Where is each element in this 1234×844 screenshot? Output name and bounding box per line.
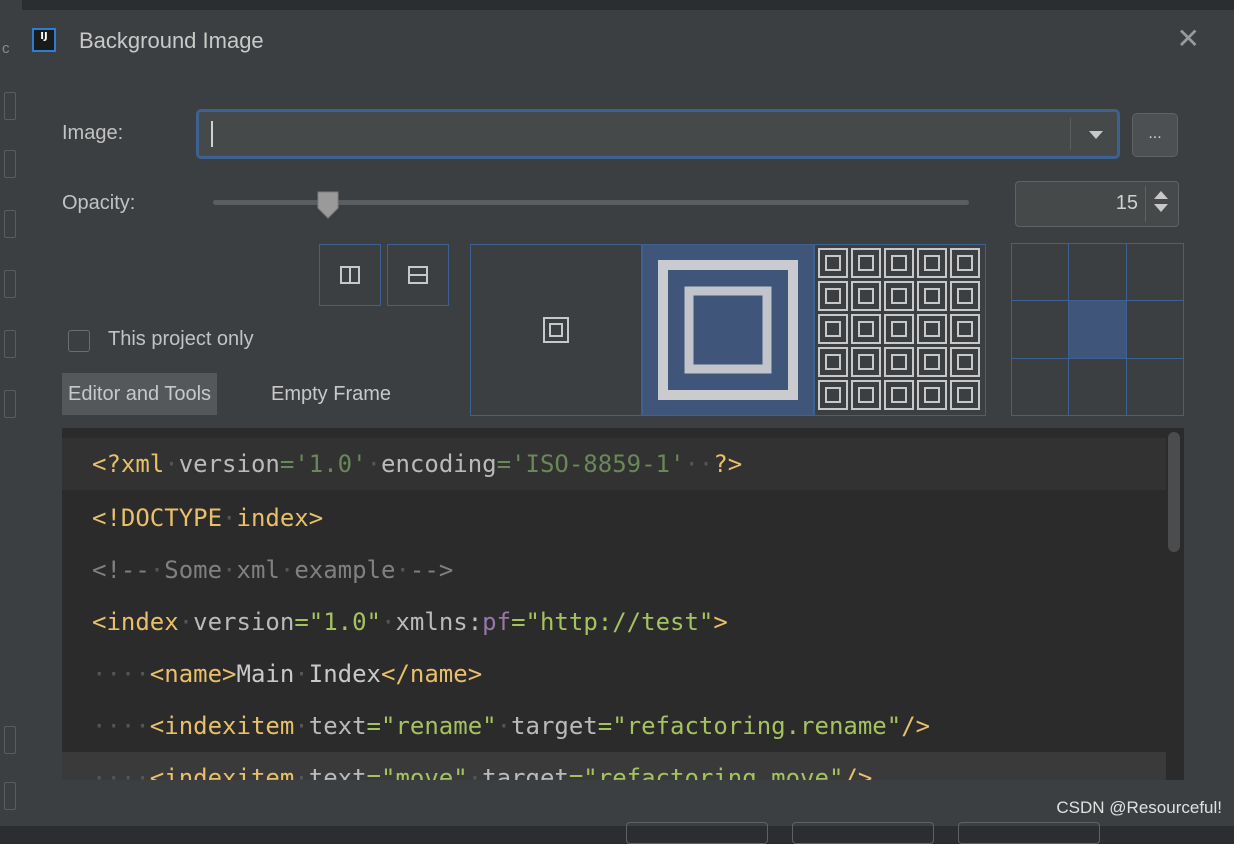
title-bar: IJ Background Image ✕ [22,10,1234,72]
fill-center-option[interactable] [470,244,642,416]
background-checkbox [4,210,16,238]
background-image-dialog: IJ Background Image ✕ Image: ... Opacity… [22,10,1234,844]
browse-button[interactable]: ... [1132,113,1178,157]
anchor-bottom-right[interactable] [1125,357,1184,416]
code-line-4: <index·version="1.0"·xmlns:pf="http://te… [92,608,728,636]
combo-separator [1070,118,1071,150]
footer-button[interactable] [792,822,934,844]
anchor-top-left[interactable] [1011,243,1070,302]
tab-editor-and-tools[interactable]: Editor and Tools [62,373,218,415]
anchor-center[interactable] [1068,300,1127,359]
split-horizontal-icon [408,266,428,284]
flip-horizontal-button[interactable] [319,244,381,306]
image-path-combobox[interactable] [196,109,1120,159]
close-icon[interactable]: ✕ [1177,22,1200,55]
opacity-spinner[interactable]: 15 [1015,181,1179,227]
this-project-only-checkbox[interactable] [68,330,90,352]
dialog-title: Background Image [79,28,264,53]
preview-editor[interactable]: <?xml·version='1.0'·encoding='ISO-8859-1… [62,428,1184,780]
fill-tile-option[interactable] [814,244,986,416]
code-line-6: ····<indexitem·text="rename"·target="ref… [92,712,931,740]
editor-scrollbar[interactable] [1168,432,1180,552]
opacity-value: 15 [1115,192,1138,214]
code-line-2: <!DOCTYPE·index> [92,504,324,532]
background-checkbox [4,726,16,754]
anchor-bottom-left[interactable] [1011,357,1070,416]
code-line-3: <!--·Some·xml·example·--> [92,556,454,584]
background-checkbox [4,270,16,298]
opacity-slider-thumb[interactable] [316,190,340,220]
background-window-edge: c [0,0,22,826]
scale-image-icon [658,260,798,400]
footer-button[interactable] [958,822,1100,844]
anchor-middle-right[interactable] [1125,300,1184,359]
anchor-bottom-center[interactable] [1068,357,1127,416]
spinner-up-icon[interactable] [1154,191,1168,199]
tile-image-icon [818,248,980,410]
anchor-top-center[interactable] [1068,243,1127,302]
anchor-grid [1011,243,1184,416]
code-line-7: ····<indexitem·text="move"·target="refac… [62,752,1166,780]
background-checkbox [4,92,16,120]
background-glyph: c [2,40,10,57]
tab-empty-frame[interactable]: Empty Frame [271,373,391,415]
opacity-label: Opacity: [62,192,136,214]
anchor-top-right[interactable] [1125,243,1184,302]
background-checkbox [4,782,16,810]
fill-scale-option[interactable] [642,244,814,416]
code-line-5: ····<name>Main·Index</name> [92,660,483,688]
text-caret [211,121,213,147]
flip-vertical-button[interactable] [387,244,449,306]
background-checkbox [4,330,16,358]
image-label: Image: [62,122,124,144]
code-line-1: <?xml·version='1.0'·encoding='ISO-8859-1… [62,438,1166,490]
spinner-down-icon[interactable] [1154,204,1168,212]
footer-button[interactable] [626,822,768,844]
watermark: CSDN @Resourceful! [1056,798,1222,817]
spinner-separator [1145,186,1146,222]
chevron-down-icon[interactable] [1089,131,1103,139]
split-vertical-icon [340,266,360,284]
background-checkbox [4,390,16,418]
intellij-app-icon: IJ [32,28,56,52]
this-project-only-label: This project only [108,328,254,350]
background-checkbox [4,150,16,178]
center-image-icon [543,317,569,343]
anchor-middle-left[interactable] [1011,300,1070,359]
